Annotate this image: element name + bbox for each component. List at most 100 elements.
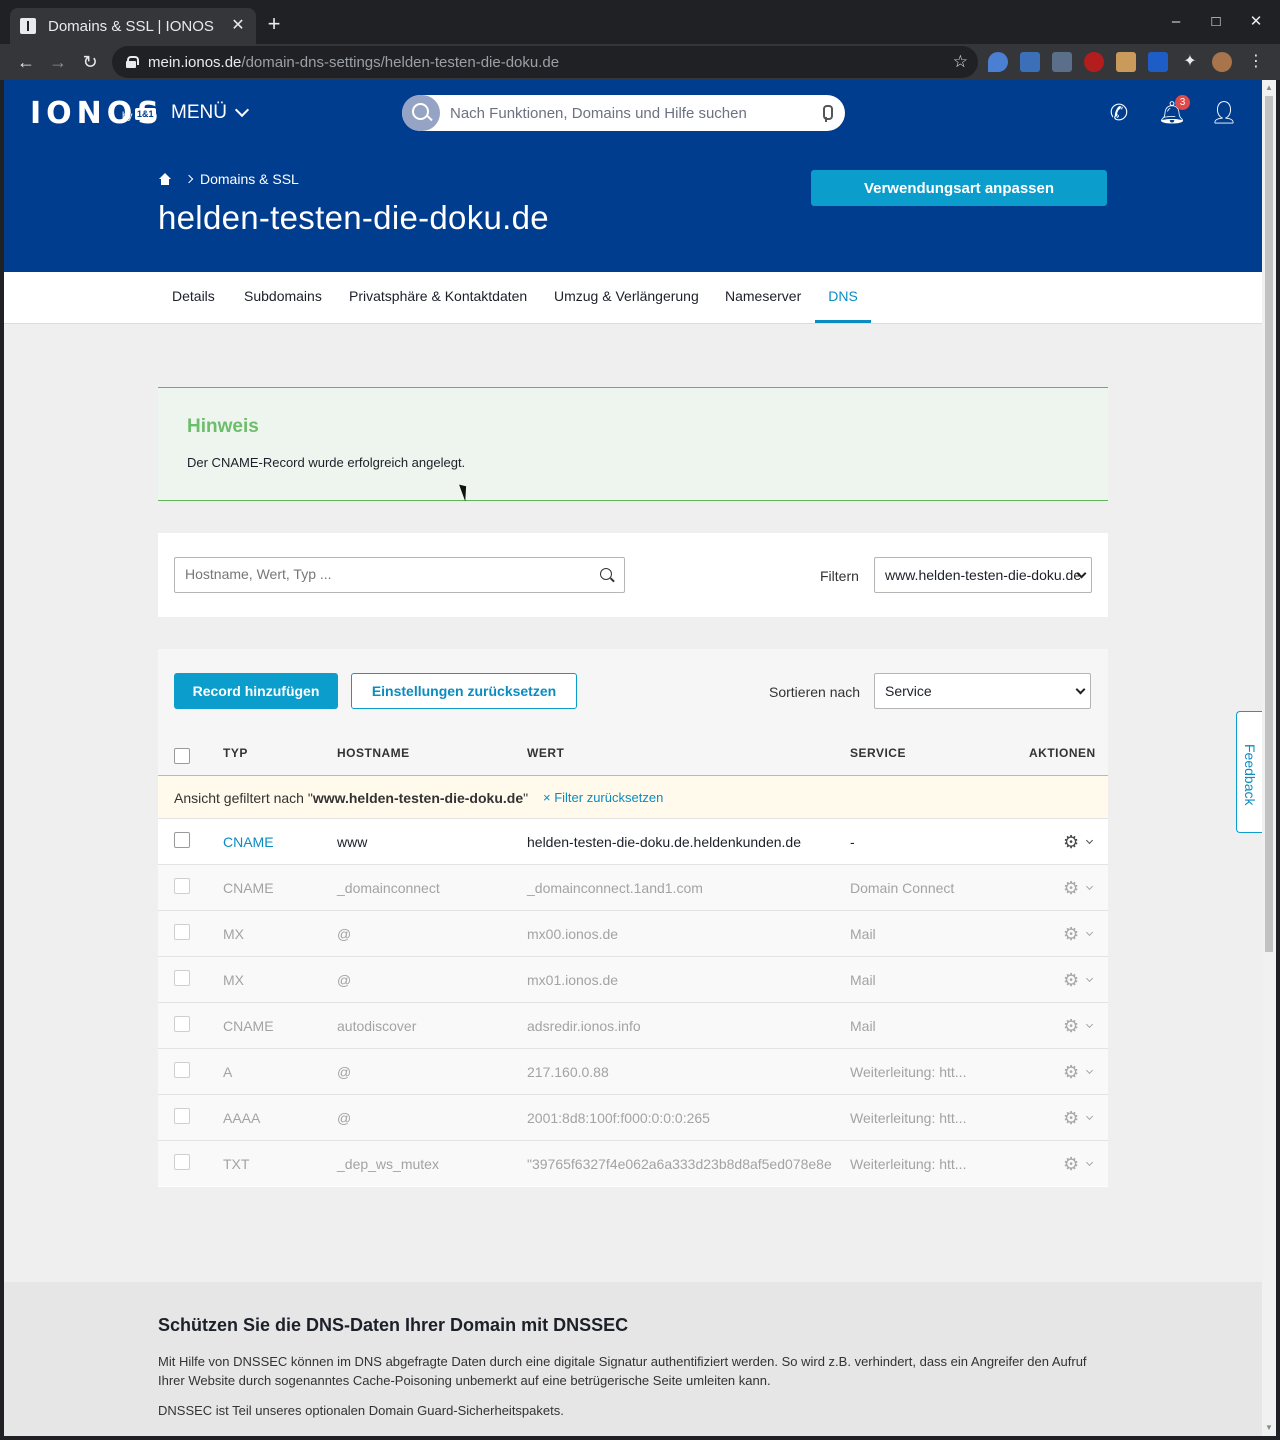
record-service: Weiterleitung: htt... <box>850 1156 967 1172</box>
row-checkbox[interactable] <box>174 924 190 940</box>
table-row[interactable]: MX @ mx00.ionos.de Mail ⚙ <box>158 910 1108 956</box>
table-row[interactable]: A @ 217.160.0.88 Weiterleitung: htt... ⚙ <box>158 1048 1108 1094</box>
search-input[interactable] <box>450 104 821 122</box>
tab-details[interactable]: Details <box>172 272 215 323</box>
sort-select-value: Service <box>885 683 932 699</box>
row-checkbox[interactable] <box>174 832 190 848</box>
sort-select[interactable]: Service <box>874 673 1091 709</box>
forward-icon[interactable]: → <box>46 50 70 74</box>
page-title: helden-testen-die-doku.de <box>158 199 549 236</box>
record-search-field[interactable] <box>174 557 625 593</box>
tab-transfer-renewal[interactable]: Umzug & Verlängerung <box>554 272 699 323</box>
search-icon[interactable] <box>402 95 440 131</box>
tab-nameserver[interactable]: Nameserver <box>725 272 801 323</box>
extension-gem-icon[interactable] <box>988 52 1008 72</box>
sort-label: Sortieren nach <box>769 684 861 700</box>
search-icon[interactable] <box>600 568 612 580</box>
row-actions-menu[interactable]: ⚙ <box>1063 1063 1095 1081</box>
row-actions-menu[interactable]: ⚙ <box>1063 1016 1095 1036</box>
column-header-actions: AKTIONEN <box>1029 746 1096 760</box>
filter-card: Filtern www.helden-testen-die-doku.de <box>158 533 1108 617</box>
table-row[interactable]: CNAME autodiscover adsredir.ionos.info M… <box>158 1002 1108 1048</box>
table-row[interactable]: MX @ mx01.ionos.de Mail ⚙ <box>158 956 1108 1002</box>
record-hostname: @ <box>337 926 352 942</box>
row-actions-menu[interactable]: ⚙ <box>1063 878 1095 898</box>
global-search[interactable] <box>402 95 845 131</box>
lock-icon <box>126 56 139 68</box>
breadcrumb: Domains & SSL <box>158 171 299 187</box>
row-actions-menu[interactable]: ⚙ <box>1063 971 1095 989</box>
record-value: mx01.ionos.de <box>527 972 619 988</box>
record-type-link[interactable]: CNAME <box>223 834 274 850</box>
chevron-down-icon <box>1085 1066 1094 1075</box>
column-header-hostname: HOSTNAME <box>337 746 410 760</box>
page-scrollbar[interactable]: ▲ ▼ <box>1262 80 1276 1436</box>
profile-avatar-icon[interactable] <box>1212 52 1232 72</box>
scroll-up-icon[interactable]: ▲ <box>1265 84 1273 92</box>
extension-window-icon[interactable] <box>1052 52 1072 72</box>
row-checkbox[interactable] <box>174 878 190 894</box>
scroll-thumb[interactable] <box>1265 96 1273 952</box>
menu-label: MENÜ <box>171 102 227 123</box>
row-checkbox[interactable] <box>174 1108 190 1124</box>
gear-icon: ⚙ <box>1063 878 1080 898</box>
reload-icon[interactable]: ↻ <box>78 50 102 74</box>
puzzle-icon[interactable]: ✦ <box>1180 52 1200 72</box>
close-window-icon[interactable]: ✕ <box>1246 12 1266 32</box>
table-row[interactable]: CNAME www helden-testen-die-doku.de.held… <box>158 818 1108 864</box>
reset-settings-button[interactable]: Einstellungen zurücksetzen <box>351 673 577 709</box>
table-row[interactable]: TXT _dep_ws_mutex "39765f6327f4e062a6a33… <box>158 1140 1108 1186</box>
select-all-checkbox[interactable] <box>174 748 190 764</box>
row-checkbox[interactable] <box>174 1154 190 1170</box>
extension-book-icon[interactable] <box>1020 52 1040 72</box>
row-actions-menu[interactable]: ⚙ <box>1063 1155 1095 1173</box>
scroll-down-icon[interactable]: ▼ <box>1265 1424 1273 1432</box>
ublock-icon[interactable] <box>1084 52 1104 72</box>
menu-button[interactable]: MENÜ <box>171 102 250 124</box>
bookmark-star-icon[interactable]: ☆ <box>953 52 968 72</box>
usage-type-button[interactable]: Verwendungsart anpassen <box>811 170 1107 206</box>
tab-title: Domains & SSL | IONOS <box>48 17 214 35</box>
row-actions-menu[interactable]: ⚙ <box>1063 1109 1095 1127</box>
extension-briefcase-icon[interactable] <box>1116 52 1136 72</box>
tab-dns[interactable]: DNS <box>815 272 871 323</box>
record-type: MX <box>223 972 244 988</box>
record-value: helden-testen-die-doku.de.heldenkunden.d… <box>527 834 801 850</box>
back-icon[interactable]: ← <box>14 50 38 74</box>
tab-privacy-contact[interactable]: Privatsphäre & Kontaktdaten <box>349 272 527 323</box>
address-bar[interactable]: mein.ionos.de/domain-dns-settings/helden… <box>112 46 978 78</box>
close-tab-icon[interactable]: ✕ <box>230 18 246 34</box>
maximize-icon[interactable]: □ <box>1206 12 1226 32</box>
home-icon[interactable] <box>158 172 172 186</box>
row-checkbox[interactable] <box>174 1016 190 1032</box>
user-icon[interactable]: 👤︎ <box>1210 100 1238 126</box>
filter-notice-text: Ansicht gefiltert nach "www.helden-teste… <box>174 790 529 806</box>
chevron-down-icon <box>1085 836 1094 845</box>
row-actions-menu[interactable]: ⚙ <box>1063 925 1095 943</box>
chevron-down-icon <box>1085 882 1094 891</box>
feedback-tab[interactable]: Feedback <box>1236 711 1262 833</box>
phone-icon[interactable]: ✆ <box>1106 100 1132 126</box>
minimize-icon[interactable]: – <box>1166 12 1186 32</box>
browser-tabbar: Domains & SSL | IONOS ✕ + – □ ✕ <box>0 0 1280 44</box>
url-host: mein.ionos.de <box>148 53 242 71</box>
filter-reset-link[interactable]: × Filter zurücksetzen <box>543 790 663 805</box>
chevron-down-icon <box>1085 1020 1094 1029</box>
gear-icon: ⚙ <box>1063 1016 1080 1036</box>
table-row[interactable]: AAAA @ 2001:8d8:100f:f000:0:0:0:265 Weit… <box>158 1094 1108 1140</box>
tab-subdomains[interactable]: Subdomains <box>244 272 322 323</box>
chevron-down-icon <box>1085 1158 1094 1167</box>
microphone-icon[interactable] <box>821 105 833 122</box>
extension-shield-icon[interactable] <box>1148 52 1168 72</box>
browser-tab[interactable]: Domains & SSL | IONOS ✕ <box>10 8 256 44</box>
browser-menu-icon[interactable]: ⋮ <box>1246 52 1266 72</box>
breadcrumb-domains[interactable]: Domains & SSL <box>200 171 299 187</box>
row-checkbox[interactable] <box>174 970 190 986</box>
row-checkbox[interactable] <box>174 1062 190 1078</box>
new-tab-icon[interactable]: + <box>264 13 284 35</box>
add-record-button[interactable]: Record hinzufügen <box>174 673 338 709</box>
record-search-input[interactable] <box>185 566 585 582</box>
row-actions-menu[interactable]: ⚙ <box>1063 833 1095 851</box>
filter-select[interactable]: www.helden-testen-die-doku.de <box>874 557 1092 593</box>
table-row[interactable]: CNAME _domainconnect _domainconnect.1and… <box>158 864 1108 910</box>
